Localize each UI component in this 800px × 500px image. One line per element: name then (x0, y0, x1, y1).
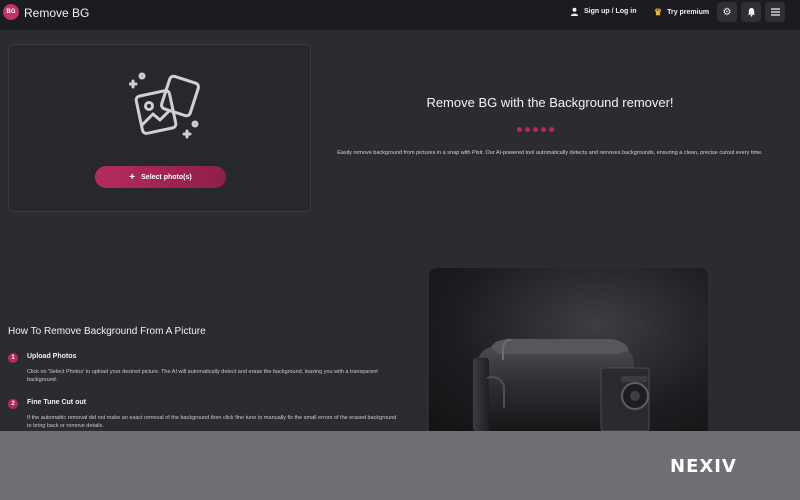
crown-icon: ♛ (654, 7, 663, 17)
howto-title: How To Remove Background From A Picture (8, 326, 206, 337)
brand-logo: NEXIV (670, 456, 737, 477)
plus-icon: + (129, 171, 136, 183)
settings-button[interactable]: ⚙ (717, 2, 737, 22)
app-logo[interactable]: BG (3, 4, 19, 20)
select-photos-label: Select photo(s) (141, 173, 192, 181)
notifications-button[interactable] (741, 2, 761, 22)
photos-icon (129, 72, 200, 139)
step-1-title: Upload Photos (27, 353, 77, 360)
step-2-description: If the automattic removal did not make a… (27, 415, 397, 429)
top-bar: BG Remove BG Sign up / Log in ♛ Try prem… (0, 0, 800, 30)
app-title[interactable]: Remove BG (24, 6, 89, 20)
upload-panel[interactable]: + Select photo(s) (8, 44, 311, 212)
step-1-number: 1 (8, 353, 18, 363)
select-photos-button[interactable]: + Select photo(s) (95, 166, 226, 188)
product-illustration (473, 338, 650, 431)
menu-button[interactable] (765, 2, 785, 22)
try-premium-label: Try premium (667, 9, 710, 16)
step-1-description: Click on 'Select Photos' to upload your … (27, 369, 378, 383)
step-2-title: Fine Tune Cut out (27, 399, 86, 406)
gear-icon: ⚙ (722, 6, 732, 18)
product-image (429, 268, 708, 431)
signup-login-label: Sign up / Log in (584, 8, 637, 15)
step-2-number: 2 (8, 399, 18, 409)
user-icon (570, 7, 579, 16)
hero-title: Remove BG with the Background remover! (426, 95, 674, 110)
try-premium-link[interactable]: ♛ Try premium (654, 7, 709, 18)
dots-divider (517, 127, 554, 132)
signup-login-link[interactable]: Sign up / Log in (570, 7, 637, 16)
bell-icon (747, 7, 755, 17)
hero-description: Easily remove background from pictures i… (337, 150, 763, 156)
menu-icon (770, 8, 780, 16)
